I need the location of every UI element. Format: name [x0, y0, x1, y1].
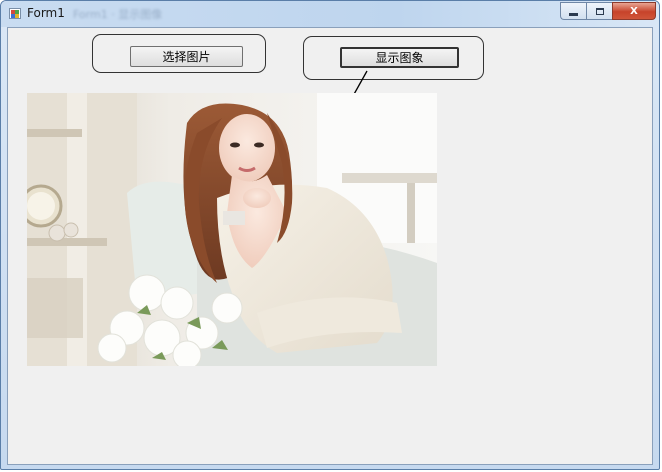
- maximize-button[interactable]: [586, 2, 612, 20]
- form1-window: Form1 Form1 · 显示图像 X 选择图片 显示图象: [0, 0, 660, 470]
- form-icon: [9, 8, 21, 19]
- title-bar[interactable]: Form1 Form1 · 显示图像 X: [1, 1, 659, 27]
- close-button[interactable]: X: [612, 2, 656, 20]
- displayed-photo: [27, 93, 437, 366]
- window-title: Form1: [27, 6, 65, 20]
- show-image-button[interactable]: 显示图象: [340, 47, 459, 68]
- show-image-group: 显示图象: [303, 36, 484, 80]
- caption-buttons: X: [560, 2, 656, 20]
- close-icon: X: [630, 5, 638, 17]
- form-client-area: 选择图片 显示图象: [7, 27, 653, 465]
- select-image-button[interactable]: 选择图片: [130, 46, 243, 67]
- select-image-group: 选择图片: [92, 34, 266, 73]
- minimize-button[interactable]: [560, 2, 586, 20]
- background-window-title: Form1 · 显示图像: [73, 8, 163, 21]
- picture-box: [27, 93, 437, 366]
- maximize-icon: [595, 7, 604, 15]
- minimize-icon: [569, 12, 578, 16]
